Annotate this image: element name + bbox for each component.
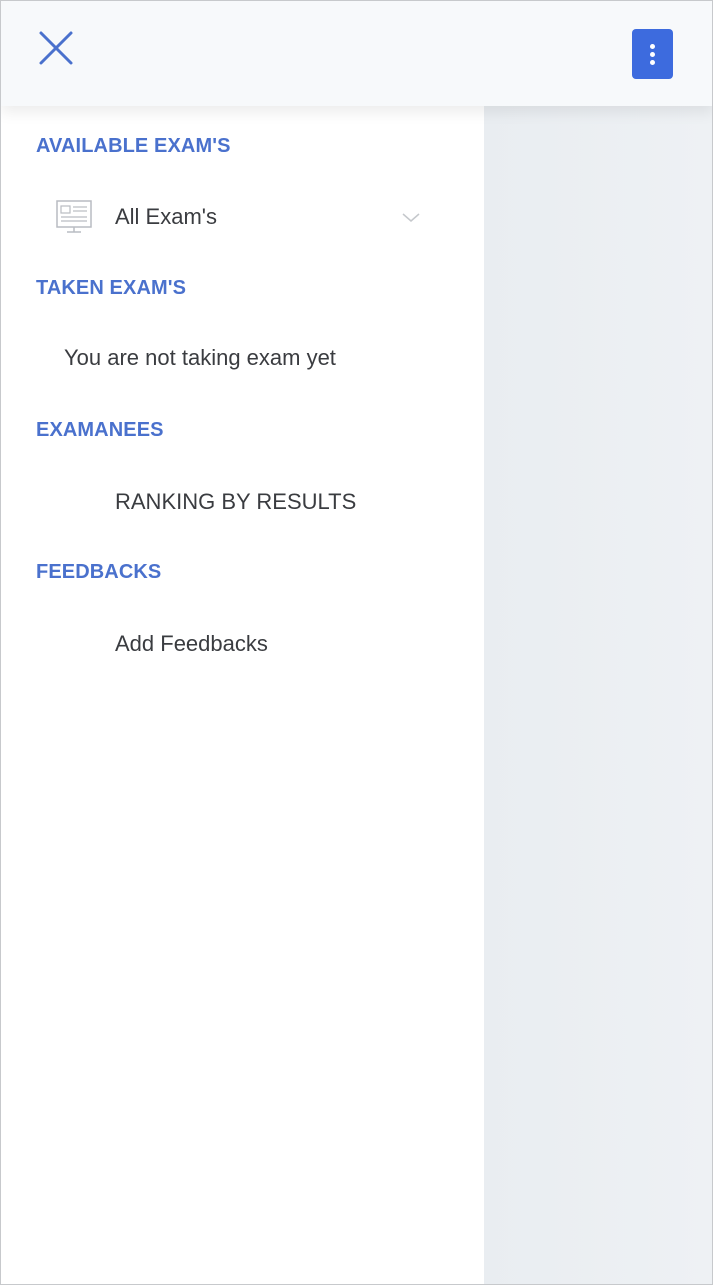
section-header-taken-exams: TAKEN EXAM'S (36, 277, 187, 299)
more-vertical-icon-dot (650, 59, 655, 65)
all-exams-dropdown[interactable]: All Exam's (1, 182, 484, 252)
chevron-down-icon (402, 213, 420, 222)
ranking-by-results-link[interactable]: RANKING BY RESULTS (115, 489, 356, 515)
top-bar (1, 1, 712, 106)
more-vertical-icon (650, 43, 655, 49)
no-taken-exams-text: You are not taking exam yet (64, 345, 336, 370)
navigation-drawer: AVAILABLE EXAM'S All Exam's TAKEN EXAM'S… (1, 106, 484, 1284)
section-header-examanees: EXAMANEES (36, 419, 164, 441)
app-frame: AVAILABLE EXAM'S All Exam's TAKEN EXAM'S… (0, 0, 713, 1285)
section-header-feedbacks: FEEDBACKS (36, 561, 162, 583)
all-exams-label: All Exam's (115, 204, 217, 229)
main-content-overlay[interactable] (484, 106, 712, 1284)
section-header-available-exams: AVAILABLE EXAM'S (36, 135, 231, 157)
close-icon (39, 31, 73, 65)
exam-board-icon (56, 200, 92, 233)
close-button[interactable] (31, 25, 81, 71)
more-vertical-icon-dot (650, 51, 655, 57)
more-options-button[interactable] (632, 29, 673, 79)
add-feedbacks-link[interactable]: Add Feedbacks (115, 631, 268, 657)
